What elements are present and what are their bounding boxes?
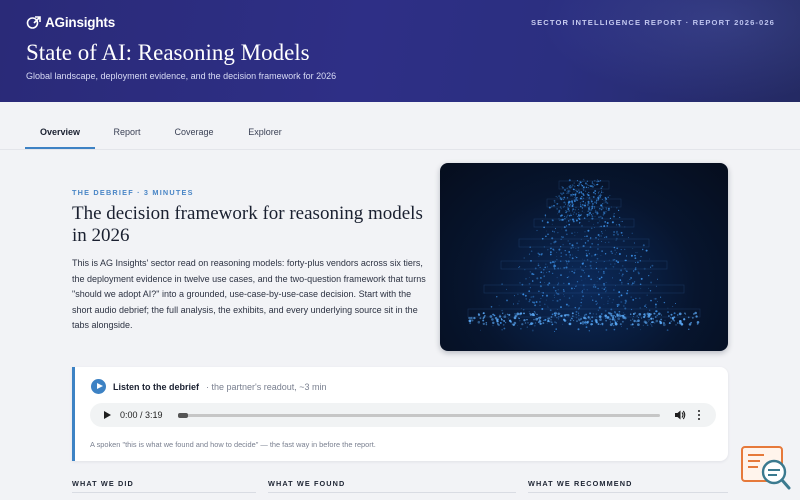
hero-visual: [440, 163, 728, 351]
tab-explorer[interactable]: Explorer: [240, 102, 290, 149]
debrief-kicker: THE DEBRIEF · 3 MINUTES: [72, 188, 194, 197]
audio-debrief-card: Listen to the debrief · the partner's re…: [72, 367, 728, 461]
play-icon[interactable]: [91, 379, 106, 394]
section-divider: [528, 492, 728, 493]
tab-coverage[interactable]: Coverage: [166, 102, 222, 149]
search-document-icon[interactable]: [740, 445, 792, 493]
tab-divider: [0, 149, 800, 150]
audio-title: Listen to the debrief: [113, 382, 200, 392]
player-play-icon[interactable]: [104, 411, 111, 419]
debrief-heading: The decision framework for reasoning mod…: [72, 203, 423, 246]
audio-player[interactable]: 0:00 / 3:19: [90, 403, 716, 427]
pyramid-visual: [467, 178, 701, 333]
brand-name: AGinsights: [45, 14, 116, 30]
ag-logo-icon: [26, 16, 41, 29]
player-time: 0:00 / 3:19: [120, 410, 163, 420]
player-seek-bar[interactable]: [178, 413, 660, 418]
audio-meta: · the partner's readout, ~3 min: [206, 382, 327, 392]
tab-overview[interactable]: Overview: [25, 102, 95, 149]
audio-caption: A spoken "this is what we found and how …: [90, 440, 376, 449]
section-divider: [72, 492, 256, 493]
brand-logo[interactable]: AGinsights: [26, 14, 115, 30]
section-heading-what-we-found: WHAT WE FOUND: [268, 479, 346, 488]
player-seek-handle[interactable]: [178, 413, 188, 418]
section-divider: [268, 492, 516, 493]
page-subtitle: Global landscape, deployment evidence, a…: [26, 71, 337, 81]
more-vertical-icon[interactable]: [696, 408, 702, 422]
debrief-body: This is AG Insights' sector read on reas…: [72, 258, 426, 331]
tab-bar: Overview Report Coverage Explorer: [0, 102, 800, 149]
tab-report[interactable]: Report: [104, 102, 150, 149]
report-header: AGinsights SECTOR INTELLIGENCE REPORT · …: [0, 0, 800, 102]
volume-icon[interactable]: [674, 409, 686, 421]
section-heading-what-we-did: WHAT WE DID: [72, 479, 134, 488]
section-heading-what-we-recommend: WHAT WE RECOMMEND: [528, 479, 633, 488]
report-id: SECTOR INTELLIGENCE REPORT · REPORT 2026…: [530, 18, 775, 27]
page-title: State of AI: Reasoning Models: [26, 40, 310, 65]
